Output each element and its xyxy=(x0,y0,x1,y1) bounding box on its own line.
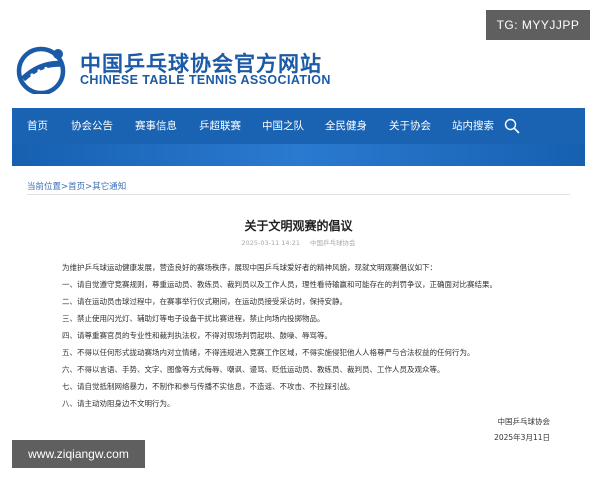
article-item-4: 四、请尊重赛官员的专业性和裁判执法权，不得对现场判罚起哄、鼓噪、辱骂等。 xyxy=(62,331,332,340)
breadcrumb: 当前位置>首页>其它通知 xyxy=(27,180,126,192)
article-page: 当前位置>首页>其它通知 关于文明观赛的倡议 2025-03-11 14:21 中… xyxy=(12,166,585,466)
nav-banner-strip xyxy=(12,144,585,166)
watermark-bottom: www.ziqiangw.com xyxy=(12,440,145,468)
breadcrumb-divider xyxy=(27,194,570,195)
main-nav: 首页 协会公告 赛事信息 乒超联赛 中国之队 全民健身 关于协会 站内搜索 xyxy=(12,108,585,144)
article-item-8: 八、请主动劝阻身边不文明行为。 xyxy=(62,399,175,408)
ctta-logo-icon[interactable] xyxy=(14,44,70,94)
article-item-6: 六、不得以言语、手势、文字、图像等方式侮辱、嘲讽、谩骂、贬低运动员、教练员、裁判… xyxy=(62,365,445,374)
article-date: 2025年3月11日 xyxy=(494,433,550,442)
watermark-top: TG: MYYJJPP xyxy=(486,10,590,40)
article-item-2: 二、请在运动员击球过程中，在赛事举行仪式期间，在运动员接受采访时，保持安静。 xyxy=(62,297,347,306)
nav-item-national-team[interactable]: 中国之队 xyxy=(262,108,304,144)
nav-item-about[interactable]: 关于协会 xyxy=(389,108,431,144)
article-intro: 为维护乒乓球运动健康发展，营造良好的赛场秩序，展现中国乒乓球爱好者的精神风貌，现… xyxy=(62,263,437,272)
nav-item-events[interactable]: 赛事信息 xyxy=(135,108,177,144)
nav-item-fitness[interactable]: 全民健身 xyxy=(325,108,367,144)
article-title: 关于文明观赛的倡议 xyxy=(244,219,353,233)
search-icon[interactable] xyxy=(504,118,520,134)
article-source: 中国乒乓球协会 xyxy=(310,239,356,247)
nav-item-site-search[interactable]: 站内搜索 xyxy=(452,108,494,144)
nav-item-super-league[interactable]: 乒超联赛 xyxy=(199,108,241,144)
article-item-5: 五、不得以任何形式拢动赛场内对立情绪，不得违规进入竞赛工作区域，不得实施侵犯他人… xyxy=(62,348,475,357)
article-datetime: 2025-03-11 14:21 xyxy=(241,239,301,247)
breadcrumb-other-notices[interactable]: 其它通知 xyxy=(92,182,126,192)
breadcrumb-home[interactable]: 首页 xyxy=(68,182,85,192)
article-item-1: 一、请自觉遵守竞赛规则，尊重运动员、教练员、裁判员以及工作人员，理性看待输赢和可… xyxy=(62,280,497,289)
article-signature: 中国乒乓球协会 xyxy=(497,417,551,426)
breadcrumb-prefix: 当前位置 xyxy=(27,182,62,192)
site-name-en: CHINESE TABLE TENNIS ASSOCIATION xyxy=(80,73,331,87)
article-item-3: 三、禁止使用闪光灯、辅助灯等电子设备干扰比赛进程，禁止向场内投掷物品。 xyxy=(62,314,325,323)
article-item-7: 七、请自觉抵制网络暴力，不制作和参与传播不实信息，不造谣、不攻击、不拉踩引战。 xyxy=(62,382,355,391)
nav-item-announcements[interactable]: 协会公告 xyxy=(71,108,113,144)
nav-item-home[interactable]: 首页 xyxy=(27,108,48,144)
article-meta: 2025-03-11 14:21 中国乒乓球协会 xyxy=(12,237,585,247)
